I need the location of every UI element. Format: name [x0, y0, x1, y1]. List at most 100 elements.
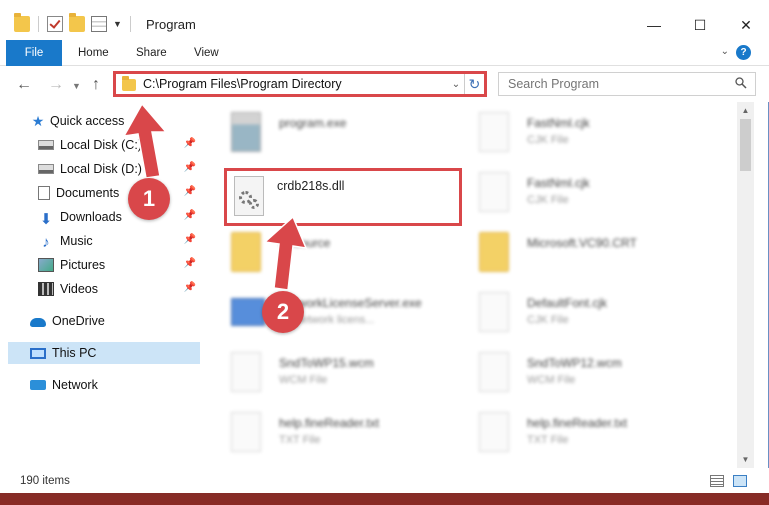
sidebar-item-documents[interactable]: Documents 📌 [38, 182, 200, 204]
sidebar-item-local-disk-d[interactable]: Local Disk (D:) 📌 [38, 158, 200, 180]
forward-arrow-icon[interactable]: → [48, 76, 64, 94]
tab-share[interactable]: Share [124, 40, 179, 66]
sidebar-item-label: Videos [60, 282, 98, 296]
file-item[interactable]: FastNml.cjk CJK File [465, 106, 705, 164]
file-item[interactable]: Resource [217, 226, 457, 284]
file-item[interactable]: FastNml.cjk CJK File [465, 166, 705, 224]
refresh-icon[interactable]: ↻ [464, 74, 484, 94]
tab-home[interactable]: Home [66, 40, 121, 66]
file-item-selected-highlight[interactable]: crdb218s.dll [224, 168, 462, 226]
file-item[interactable]: Microsoft.VC90.CRT [465, 226, 705, 284]
file-type: TXT File [279, 434, 321, 446]
step-1-badge: 1 [128, 178, 170, 220]
back-arrow-icon[interactable]: ← [16, 76, 32, 94]
file-name: program.exe [279, 116, 347, 130]
file-name: DefaultFont.cjk [527, 296, 608, 310]
sidebar-item-pictures[interactable]: Pictures 📌 [38, 254, 200, 276]
sidebar-item-music[interactable]: ♪ Music 📌 [38, 230, 200, 252]
maximize-button[interactable]: ☐ [677, 10, 723, 40]
file-name: help.fineReader.txt [527, 416, 628, 430]
properties-icon[interactable] [91, 16, 107, 32]
file-name: FastNml.cjk [527, 116, 590, 130]
file-icon [479, 292, 509, 332]
file-icon [479, 352, 509, 392]
file-type: CJK File [527, 194, 569, 206]
file-name: crdb218s.dll [277, 179, 345, 193]
details-view-icon[interactable] [710, 475, 724, 487]
explorer-window: ▼ Program — ☐ ✕ File Home Share View ⌄ ?… [0, 0, 769, 493]
sidebar-item-network[interactable]: Network [30, 374, 200, 396]
sidebar-item-label: Documents [56, 186, 120, 200]
documents-icon [38, 186, 50, 200]
scrollbar-thumb[interactable] [740, 119, 751, 171]
help-button[interactable]: ? [736, 45, 751, 60]
scroll-up-arrow-icon[interactable]: ▲ [737, 102, 754, 119]
search-icon[interactable] [735, 77, 747, 89]
address-path[interactable]: C:\Program Files\Program Directory [143, 77, 448, 91]
pictures-icon [38, 258, 54, 272]
file-icon [479, 112, 509, 152]
title-bar: ▼ Program — ☐ ✕ [0, 0, 769, 40]
star-icon: ★ [31, 113, 45, 129]
network-icon [30, 380, 46, 390]
toolbar-divider [38, 16, 39, 32]
dll-file-icon [234, 176, 264, 216]
pin-icon[interactable]: 📌 [184, 234, 196, 245]
file-icon [231, 352, 261, 392]
address-dropdown-chevron-icon[interactable]: ⌄ [448, 79, 464, 90]
folder-icon [122, 76, 136, 91]
sidebar-item-local-disk-c[interactable]: Local Disk (C:) 📌 [38, 134, 200, 156]
file-name: Microsoft.VC90.CRT [527, 236, 637, 250]
status-bar: 190 items [0, 468, 769, 493]
file-item[interactable]: NetworkLicenseServer.exe FF network lice… [217, 286, 457, 344]
pin-icon[interactable]: 📌 [184, 282, 196, 293]
sidebar-item-label: Music [60, 234, 93, 248]
file-item[interactable]: SndToWP15.wcm WCM File [217, 346, 457, 404]
text-file-icon [231, 412, 261, 452]
sidebar-item-label: Quick access [50, 114, 125, 128]
file-item[interactable]: program.exe [217, 106, 457, 164]
disk-icon [38, 164, 54, 174]
sidebar-item-label: Downloads [60, 210, 122, 224]
file-type: TXT File [527, 434, 569, 446]
sidebar-item-videos[interactable]: Videos 📌 [38, 278, 200, 300]
pin-icon[interactable]: 📌 [184, 210, 196, 221]
disk-icon [38, 140, 54, 150]
file-type: CJK File [527, 134, 569, 146]
minimize-button[interactable]: — [631, 10, 677, 40]
address-bar[interactable]: C:\Program Files\Program Directory ⌄ ↻ [113, 71, 487, 97]
close-button[interactable]: ✕ [723, 10, 769, 40]
large-icons-view-icon[interactable] [733, 475, 747, 487]
file-item[interactable]: SndToWP12.wcm WCM File [465, 346, 705, 404]
search-input[interactable] [498, 72, 756, 96]
customize-toolbar-caret-icon[interactable]: ▼ [113, 19, 122, 29]
expand-ribbon-chevron-icon[interactable]: ⌄ [721, 46, 729, 57]
executable-file-icon [231, 112, 261, 152]
vertical-scrollbar[interactable]: ▲ ▼ [737, 102, 754, 468]
file-type: CJK File [527, 314, 569, 326]
window-controls: — ☐ ✕ [631, 10, 769, 40]
address-row: ← → ▼ ↑ C:\Program Files\Program Directo… [0, 66, 769, 102]
computer-icon [30, 347, 46, 359]
scroll-down-arrow-icon[interactable]: ▼ [737, 451, 754, 468]
text-file-icon [479, 412, 509, 452]
tab-view[interactable]: View [182, 40, 231, 66]
sidebar-item-downloads[interactable]: ⬇ Downloads 📌 [38, 206, 200, 228]
quick-access-toolbar: ▼ [14, 13, 133, 32]
application-icon [231, 298, 265, 326]
pin-icon[interactable]: 📌 [184, 186, 196, 197]
pin-icon[interactable]: 📌 [184, 258, 196, 269]
new-folder-icon[interactable] [69, 13, 85, 32]
file-item[interactable]: help.fineReader.txt TXT File [465, 406, 705, 464]
file-item[interactable]: help.fineReader.txt TXT File [217, 406, 457, 464]
folder-icon[interactable] [14, 13, 30, 32]
sidebar-item-onedrive[interactable]: OneDrive [30, 310, 200, 332]
file-item[interactable]: DefaultFont.cjk CJK File [465, 286, 705, 344]
pin-icon[interactable]: 📌 [184, 162, 196, 173]
pin-icon[interactable]: 📌 [184, 138, 196, 149]
sidebar-item-this-pc[interactable]: This PC [8, 342, 200, 364]
up-arrow-icon[interactable]: ↑ [92, 76, 100, 94]
recent-locations-chevron-icon[interactable]: ▼ [72, 81, 81, 91]
sidebar-item-quick-access[interactable]: ★ Quick access [30, 110, 200, 132]
properties-check-icon[interactable] [47, 16, 63, 32]
